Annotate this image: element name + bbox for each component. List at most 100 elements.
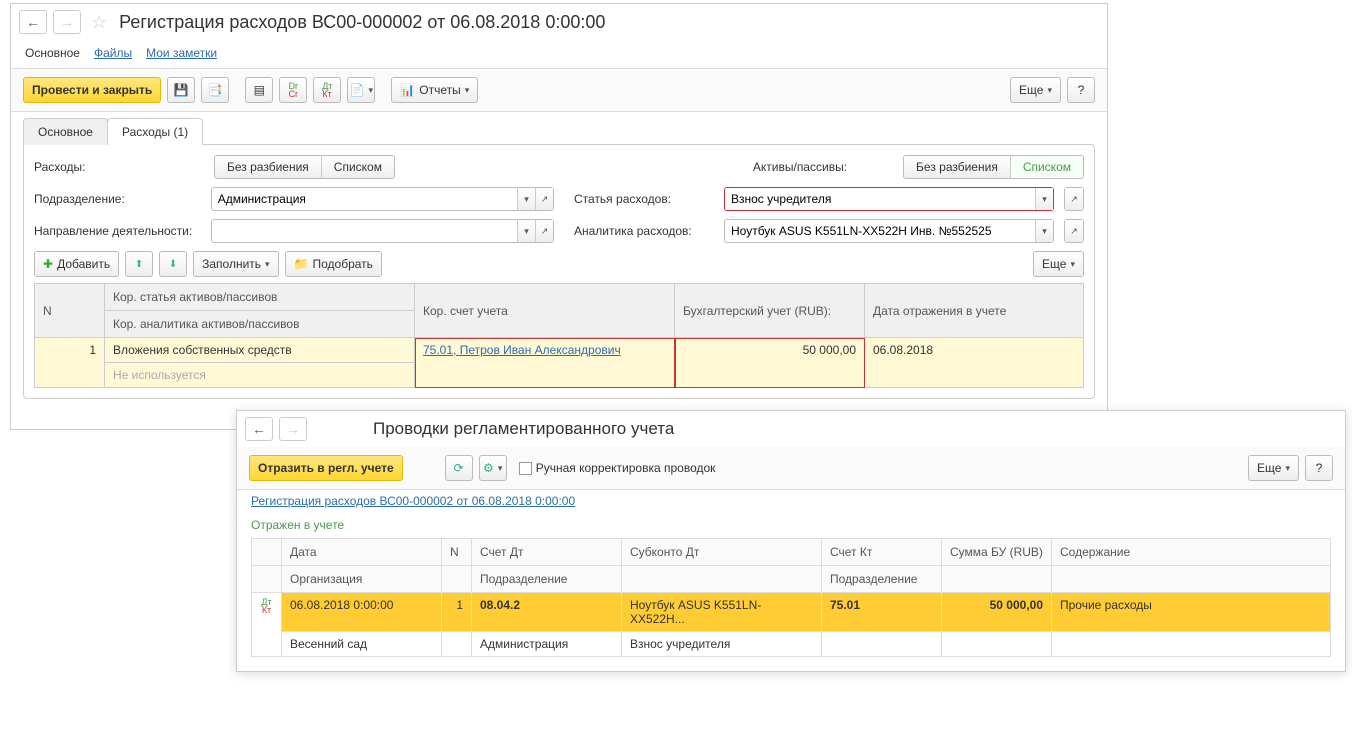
department-input[interactable]: ▾ ↗ xyxy=(211,187,554,211)
cell-corr-item[interactable]: Вложения собственных средств xyxy=(105,338,415,363)
dropdown-icon[interactable]: ▾ xyxy=(517,188,535,210)
nav-tab-notes[interactable]: Мои заметки xyxy=(146,44,217,62)
dropdown-icon[interactable]: ▾ xyxy=(517,220,535,242)
back-button[interactable]: ← xyxy=(245,417,273,441)
assets-nosplit[interactable]: Без разбиения xyxy=(904,156,1011,178)
analytics-label: Аналитика расходов: xyxy=(574,224,704,238)
pick-button[interactable]: 📁Подобрать xyxy=(285,251,382,277)
fill-button[interactable]: Заполнить▾ xyxy=(193,251,278,277)
refresh-button[interactable]: ⟳ xyxy=(445,455,473,481)
open-icon[interactable]: ↗ xyxy=(535,188,553,210)
add-button[interactable]: ✚Добавить xyxy=(34,251,119,277)
post-and-close-button[interactable]: Провести и закрыть xyxy=(23,77,161,103)
open-icon[interactable]: ↗ xyxy=(1065,188,1083,210)
analytics-open[interactable]: ↗ xyxy=(1064,219,1084,243)
cell-sub-dt2: Взнос учредителя xyxy=(622,632,822,657)
expenses-pane: Расходы: Без разбиения Списком Активы/па… xyxy=(23,144,1095,399)
floppy-icon: 💾 xyxy=(174,83,189,97)
arrow-down-icon: ⬇ xyxy=(169,259,177,270)
col-corr-analytics: Кор. аналитика активов/пассивов xyxy=(105,311,415,338)
nav-tab-files[interactable]: Файлы xyxy=(94,44,132,62)
posting-status: Отражен в учете xyxy=(251,518,1331,532)
structure-button[interactable]: ▤ xyxy=(245,77,273,103)
expenses-mode-toggle: Без разбиения Списком xyxy=(214,155,395,179)
postings-help-button[interactable]: ? xyxy=(1305,455,1333,481)
post-button[interactable]: 📑 xyxy=(201,77,229,103)
back-button[interactable]: ← xyxy=(19,10,47,34)
assets-mode-toggle: Без разбиения Списком xyxy=(903,155,1084,179)
checkbox-icon[interactable] xyxy=(519,462,532,475)
open-icon[interactable]: ↗ xyxy=(1065,220,1083,242)
col-sum: Сумма БУ (RUB) xyxy=(942,539,1052,566)
row-marker: ДтКт xyxy=(252,593,282,657)
doc-icon: 📄 xyxy=(350,83,365,97)
expenses-nosplit[interactable]: Без разбиения xyxy=(215,156,322,178)
tab-expenses[interactable]: Расходы (1) xyxy=(107,118,203,145)
refresh-icon: ⟳ xyxy=(454,461,464,475)
cell-acc-dt: 08.04.2 xyxy=(472,593,622,632)
col-date: Дата xyxy=(282,539,442,566)
create-based-button[interactable]: 📄▾ xyxy=(347,77,375,103)
reflect-button[interactable]: Отразить в регл. учете xyxy=(249,455,403,481)
dtkt-button[interactable]: ДтКт xyxy=(313,77,341,103)
cell-corr-analytics[interactable]: Не используется xyxy=(105,363,415,388)
cell-corr-acc[interactable]: 75.01, Петров Иван Александрович xyxy=(415,338,675,388)
document-link[interactable]: Регистрация расходов ВС00-000002 от 06.0… xyxy=(251,494,575,508)
dropdown-icon[interactable]: ▾ xyxy=(1035,188,1053,210)
nav-tab-main[interactable]: Основное xyxy=(25,44,80,62)
posting-row[interactable]: ДтКт 06.08.2018 0:00:00 1 08.04.2 Ноутбу… xyxy=(252,593,1331,632)
reports-button[interactable]: 📊Отчеты▾ xyxy=(391,77,478,103)
col-acc-kt: Счет Кт xyxy=(822,539,942,566)
manual-correction-checkbox[interactable]: Ручная корректировка проводок xyxy=(519,461,716,475)
col-acc-dt: Счет Дт xyxy=(472,539,622,566)
col-n: N xyxy=(35,284,105,338)
open-icon[interactable]: ↗ xyxy=(535,220,553,242)
main-toolbar: Провести и закрыть 💾 📑 ▤ DrCr ДтКт 📄▾ 📊О… xyxy=(11,68,1107,112)
col-org: Организация xyxy=(282,566,442,593)
forward-button[interactable]: → xyxy=(279,417,307,441)
more-button[interactable]: Еще▾ xyxy=(1010,77,1061,103)
expense-item-input[interactable]: ▾ xyxy=(724,187,1054,211)
save-button[interactable]: 💾 xyxy=(167,77,195,103)
move-up-button[interactable]: ⬆ xyxy=(125,251,153,277)
analytics-input[interactable]: ▾ xyxy=(724,219,1054,243)
table-row[interactable]: 1 Вложения собственных средств 75.01, Пе… xyxy=(35,338,1084,363)
table-more-button[interactable]: Еще▾ xyxy=(1033,251,1084,277)
cell-n: 1 xyxy=(35,338,105,388)
posting-row-sub[interactable]: Весенний сад Администрация Взнос учредит… xyxy=(252,632,1331,657)
cell-org: Весенний сад xyxy=(282,632,442,657)
expenses-table: N Кор. статья активов/пассивов Кор. счет… xyxy=(34,283,1084,388)
gear-icon: ⚙ xyxy=(483,461,494,475)
chart-icon: 📊 xyxy=(400,83,415,97)
postings-more-button[interactable]: Еще▾ xyxy=(1248,455,1299,481)
direction-label: Направление деятельности: xyxy=(34,224,201,238)
col-sub-dt: Субконто Дт xyxy=(622,539,822,566)
expense-registration-window: ← → ☆ Регистрация расходов ВС00-000002 о… xyxy=(10,3,1108,430)
assets-mode-label: Активы/пассивы: xyxy=(753,160,847,174)
expenses-mode-label: Расходы: xyxy=(34,160,204,174)
col-dept-dt: Подразделение xyxy=(472,566,622,593)
assets-list[interactable]: Списком xyxy=(1011,156,1083,178)
cell-date[interactable]: 06.08.2018 xyxy=(865,338,1084,388)
dropdown-icon[interactable]: ▾ xyxy=(1035,220,1053,242)
config-button[interactable]: ⚙▾ xyxy=(479,455,507,481)
cell-acc-rub[interactable]: 50 000,00 xyxy=(675,338,865,388)
expense-item-open[interactable]: ↗ xyxy=(1064,187,1084,211)
expenses-list[interactable]: Списком xyxy=(322,156,394,178)
postings-window: ← → Проводки регламентированного учета О… xyxy=(236,410,1346,672)
move-down-button[interactable]: ⬇ xyxy=(159,251,187,277)
forward-button[interactable]: → xyxy=(53,10,81,34)
col-acc-rub: Бухгалтерский учет (RUB): xyxy=(675,284,865,338)
expense-item-label: Статья расходов: xyxy=(574,192,704,206)
cell-sub-dt: Ноутбук ASUS K551LN-XX522H... xyxy=(622,593,822,632)
postings-title: Проводки регламентированного учета xyxy=(373,419,674,439)
dtcr-button[interactable]: DrCr xyxy=(279,77,307,103)
cell-n: 1 xyxy=(442,593,472,632)
help-button[interactable]: ? xyxy=(1067,77,1095,103)
postings-toolbar: Отразить в регл. учете ⟳ ⚙▾ Ручная корре… xyxy=(237,447,1345,490)
post-icon: 📑 xyxy=(208,83,223,97)
tab-main[interactable]: Основное xyxy=(23,118,108,145)
favorite-icon[interactable]: ☆ xyxy=(91,12,107,33)
dtkt-icon: ДтКт xyxy=(322,82,332,98)
direction-input[interactable]: ▾ ↗ xyxy=(211,219,554,243)
